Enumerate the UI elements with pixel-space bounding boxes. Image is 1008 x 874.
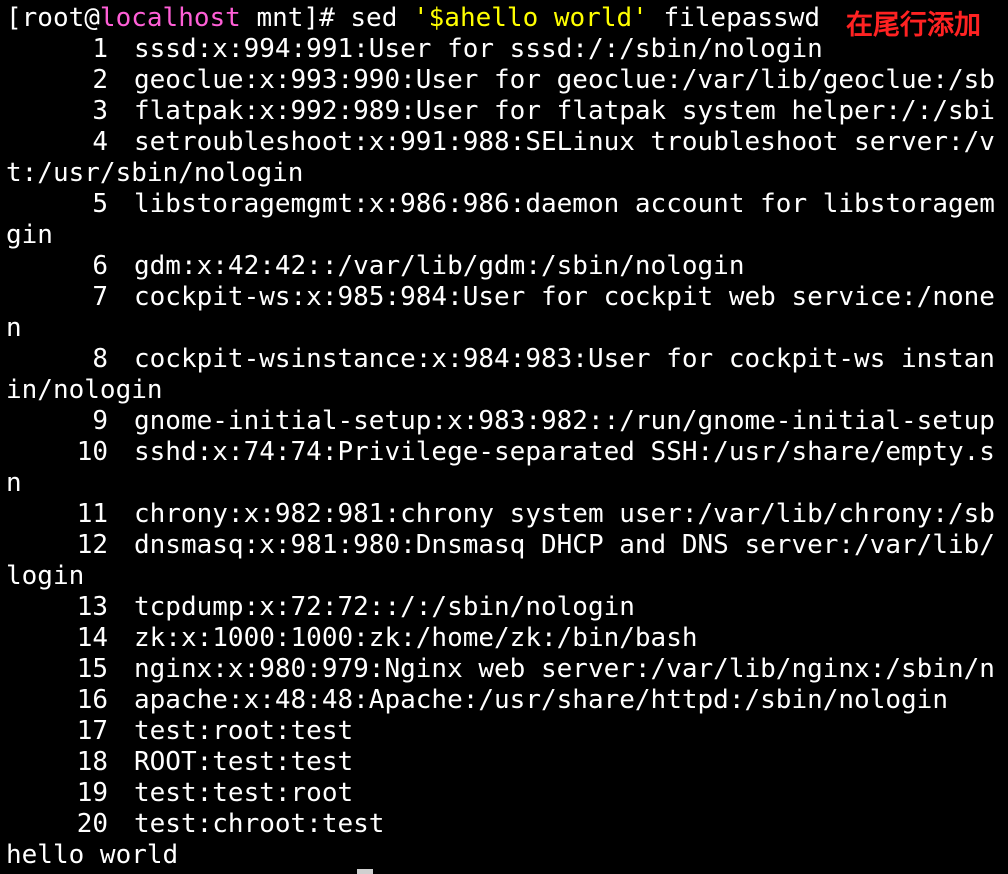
line-text: dnsmasq:x:981:980:Dnsmasq DHCP and DNS s… bbox=[134, 530, 995, 560]
line-text: n bbox=[6, 313, 22, 343]
line-text: chrony:x:982:981:chrony system user:/var… bbox=[134, 499, 995, 529]
line-text: ROOT:test:test bbox=[134, 747, 354, 777]
output-line-10: 10 sshd:x:74:74:Privilege-separated SSH:/… bbox=[6, 437, 995, 468]
line-number: 15 bbox=[76, 654, 108, 684]
line-number: 8 bbox=[92, 344, 108, 374]
output-line-8-wrap: in/nologin bbox=[6, 375, 163, 406]
output-line-6: 6 gdm:x:42:42::/var/lib/gdm:/sbin/nologin bbox=[6, 251, 744, 282]
text-cursor bbox=[357, 869, 373, 874]
line-text: hello world bbox=[6, 840, 179, 870]
line-number: 17 bbox=[76, 716, 108, 746]
output-line-15: 15 nginx:x:980:979:Nginx web server:/var/… bbox=[6, 654, 995, 685]
output-line-10-wrap: n bbox=[6, 468, 22, 499]
line-text: cockpit-ws:x:985:984:User for cockpit we… bbox=[134, 282, 995, 312]
line-text: gin bbox=[6, 220, 53, 250]
line-text: tcpdump:x:72:72::/:/sbin/nologin bbox=[134, 592, 635, 622]
output-line-19: 19 test:test:root bbox=[6, 778, 353, 809]
output-line-1: 1 sssd:x:994:991:User for sssd:/:/sbin/no… bbox=[6, 34, 823, 65]
sed-expression: '$ahello world' bbox=[413, 3, 648, 33]
line-number: 14 bbox=[76, 623, 108, 653]
line-number: 3 bbox=[92, 96, 108, 126]
command-prompt-line: [root@localhost mnt]# sed '$ahello world… bbox=[6, 3, 820, 34]
output-line-16: 16 apache:x:48:48:Apache:/usr/share/httpd… bbox=[6, 685, 948, 716]
line-text: in/nologin bbox=[6, 375, 163, 405]
terminal-window[interactable]: [root@localhost mnt]# sed '$ahello world… bbox=[0, 0, 1008, 874]
line-number: 16 bbox=[76, 685, 108, 715]
prompt-open: [root@ bbox=[6, 3, 100, 33]
line-text: t:/usr/sbin/nologin bbox=[6, 158, 304, 188]
output-line-11: 11 chrony:x:982:981:chrony system user:/v… bbox=[6, 499, 995, 530]
line-text: setroubleshoot:x:991:988:SELinux trouble… bbox=[134, 127, 995, 157]
line-number: 11 bbox=[76, 499, 108, 529]
line-number: 9 bbox=[92, 406, 108, 436]
output-line-18: 18 ROOT:test:test bbox=[6, 747, 353, 778]
output-line-17: 17 test:root:test bbox=[6, 716, 353, 747]
line-number: 20 bbox=[76, 809, 108, 839]
line-text: apache:x:48:48:Apache:/usr/share/httpd:/… bbox=[134, 685, 948, 715]
output-line-7: 7 cockpit-ws:x:985:984:User for cockpit w… bbox=[6, 282, 995, 313]
line-text: test:root:test bbox=[134, 716, 354, 746]
output-line-4-wrap: t:/usr/sbin/nologin bbox=[6, 158, 303, 189]
output-line-5-wrap: gin bbox=[6, 220, 53, 251]
line-text: n bbox=[6, 468, 22, 498]
line-number: 18 bbox=[76, 747, 108, 777]
line-number: 19 bbox=[76, 778, 108, 808]
output-line-7-wrap: n bbox=[6, 313, 22, 344]
line-text: gnome-initial-setup:x:983:982::/run/gnom… bbox=[134, 406, 995, 436]
line-text: libstoragemgmt:x:986:986:daemon account … bbox=[134, 189, 995, 219]
line-text: flatpak:x:992:989:User for flatpak syste… bbox=[134, 96, 995, 126]
line-number: 1 bbox=[92, 34, 108, 64]
line-number: 7 bbox=[92, 282, 108, 312]
line-text: cockpit-wsinstance:x:984:983:User for co… bbox=[134, 344, 995, 374]
output-line-8: 8 cockpit-wsinstance:x:984:983:User for c… bbox=[6, 344, 995, 375]
line-number: 10 bbox=[76, 437, 108, 467]
line-text: test:test:root bbox=[134, 778, 354, 808]
line-number: 4 bbox=[92, 127, 108, 157]
line-text: nginx:x:980:979:Nginx web server:/var/li… bbox=[134, 654, 995, 684]
output-line-4: 4 setroubleshoot:x:991:988:SELinux troubl… bbox=[6, 127, 995, 158]
line-number: 6 bbox=[92, 251, 108, 281]
output-line-5: 5 libstoragemgmt:x:986:986:daemon account… bbox=[6, 189, 995, 220]
prompt-hostname: localhost bbox=[99, 3, 241, 33]
output-line-3: 3 flatpak:x:992:989:User for flatpak syst… bbox=[6, 96, 995, 127]
line-text: sssd:x:994:991:User for sssd:/:/sbin/nol… bbox=[134, 34, 823, 64]
output-line-9: 9 gnome-initial-setup:x:983:982::/run/gno… bbox=[6, 406, 995, 437]
output-line-12-wrap: login bbox=[6, 561, 84, 592]
line-text: test:chroot:test bbox=[134, 809, 385, 839]
line-text: login bbox=[6, 561, 85, 591]
line-number: 5 bbox=[92, 189, 108, 219]
output-line-2: 2 geoclue:x:993:990:User for geoclue:/var… bbox=[6, 65, 995, 96]
target-file: filepasswd bbox=[647, 3, 820, 33]
output-line-13: 13 tcpdump:x:72:72::/:/sbin/nologin bbox=[6, 592, 635, 623]
annotation-label: 在尾行添加 bbox=[846, 8, 991, 44]
line-text: geoclue:x:993:990:User for geoclue:/var/… bbox=[134, 65, 995, 95]
line-number: 12 bbox=[76, 530, 108, 560]
appended-line: hello world bbox=[6, 840, 178, 871]
output-line-20: 20 test:chroot:test bbox=[6, 809, 385, 840]
line-text: gdm:x:42:42::/var/lib/gdm:/sbin/nologin bbox=[134, 251, 745, 281]
line-number: 13 bbox=[76, 592, 108, 622]
line-text: zk:x:1000:1000:zk:/home/zk:/bin/bash bbox=[134, 623, 698, 653]
line-text: sshd:x:74:74:Privilege-separated SSH:/us… bbox=[134, 437, 995, 467]
output-line-12: 12 dnsmasq:x:981:980:Dnsmasq DHCP and DNS… bbox=[6, 530, 995, 561]
prompt-dir-and-command: mnt]# sed bbox=[240, 3, 413, 33]
line-number: 2 bbox=[92, 65, 108, 95]
output-line-14: 14 zk:x:1000:1000:zk:/home/zk:/bin/bash bbox=[6, 623, 698, 654]
